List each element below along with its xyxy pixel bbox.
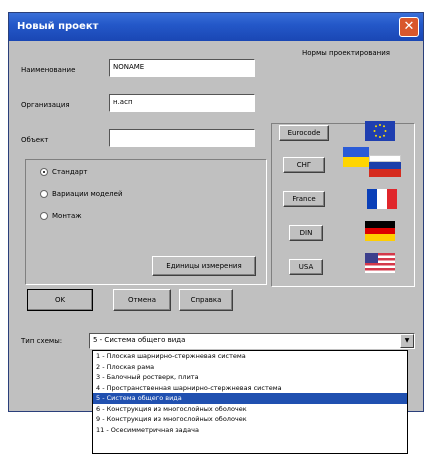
scheme-option[interactable]: 1 - Плоская шарнирно-стержневая система	[93, 351, 407, 362]
norm-usa-button[interactable]: USA	[289, 259, 323, 275]
organization-label: Организация	[21, 101, 70, 109]
radio-standard[interactable]: Стандарт	[40, 168, 87, 180]
scheme-option[interactable]: 11 - Осесимметричная задача	[93, 425, 407, 436]
scheme-option[interactable]: 2 - Плоская рама	[93, 362, 407, 373]
scheme-option[interactable]: 9 - Конструкция из многослойных оболочек	[93, 414, 407, 425]
radio-model-variations-dot[interactable]	[40, 190, 48, 198]
dialog-title: Новый проект	[17, 21, 99, 32]
eu-flag-icon[interactable]	[365, 121, 395, 141]
help-button[interactable]: Справка	[179, 289, 233, 311]
norm-eurocode-button[interactable]: Eurocode	[279, 125, 329, 141]
ok-button[interactable]: OK	[27, 289, 93, 311]
russia-flag-icon[interactable]	[369, 155, 401, 177]
scheme-type-select[interactable]: 5 - Система общего вида ▼	[89, 333, 415, 349]
title-bar[interactable]: Новый проект ✕	[9, 13, 423, 41]
radio-mounting-dot[interactable]	[40, 212, 48, 220]
units-button[interactable]: Единицы измерения	[152, 256, 256, 276]
radio-standard-dot[interactable]	[40, 168, 48, 176]
scheme-option-selected[interactable]: 5 - Система общего вида	[93, 393, 407, 404]
scheme-option[interactable]: 3 - Балочный ростверк, плита	[93, 372, 407, 383]
organization-input[interactable]: н.асп	[109, 94, 255, 112]
object-input[interactable]	[109, 129, 255, 147]
germany-flag-icon[interactable]	[365, 221, 395, 241]
name-input[interactable]: NONAME	[109, 59, 255, 77]
project-mode-group: Стандарт Вариации моделей Монтаж Единицы…	[25, 159, 267, 285]
scheme-type-label: Тип схемы:	[21, 337, 63, 345]
norms-title: Нормы проектирования	[302, 49, 390, 57]
close-button[interactable]: ✕	[399, 17, 419, 37]
radio-standard-label: Стандарт	[52, 168, 88, 176]
scheme-type-dropdown[interactable]: 1 - Плоская шарнирно-стержневая система …	[92, 350, 408, 454]
radio-model-variations[interactable]: Вариации моделей	[40, 190, 123, 202]
norm-din-button[interactable]: DIN	[289, 225, 323, 241]
scheme-type-value: 5 - Система общего вида	[93, 336, 186, 344]
norm-cis-button[interactable]: СНГ	[283, 157, 325, 173]
ukraine-flag-icon[interactable]	[343, 147, 369, 167]
scheme-option[interactable]: 4 - Пространственная шарнирно-стержневая…	[93, 383, 407, 394]
radio-model-variations-label: Вариации моделей	[52, 190, 123, 198]
chevron-down-icon[interactable]: ▼	[400, 334, 414, 348]
cancel-button[interactable]: Отмена	[113, 289, 171, 311]
norm-france-button[interactable]: France	[283, 191, 325, 207]
radio-mounting-label: Монтаж	[52, 212, 82, 220]
france-flag-icon[interactable]	[367, 189, 397, 209]
object-label: Объект	[21, 136, 49, 144]
name-label: Наименование	[21, 66, 76, 74]
usa-flag-icon[interactable]	[365, 253, 395, 273]
close-icon: ✕	[403, 19, 415, 34]
scheme-option[interactable]: 6 - Конструкция из многослойных оболочек	[93, 404, 407, 415]
radio-mounting[interactable]: Монтаж	[40, 212, 82, 224]
